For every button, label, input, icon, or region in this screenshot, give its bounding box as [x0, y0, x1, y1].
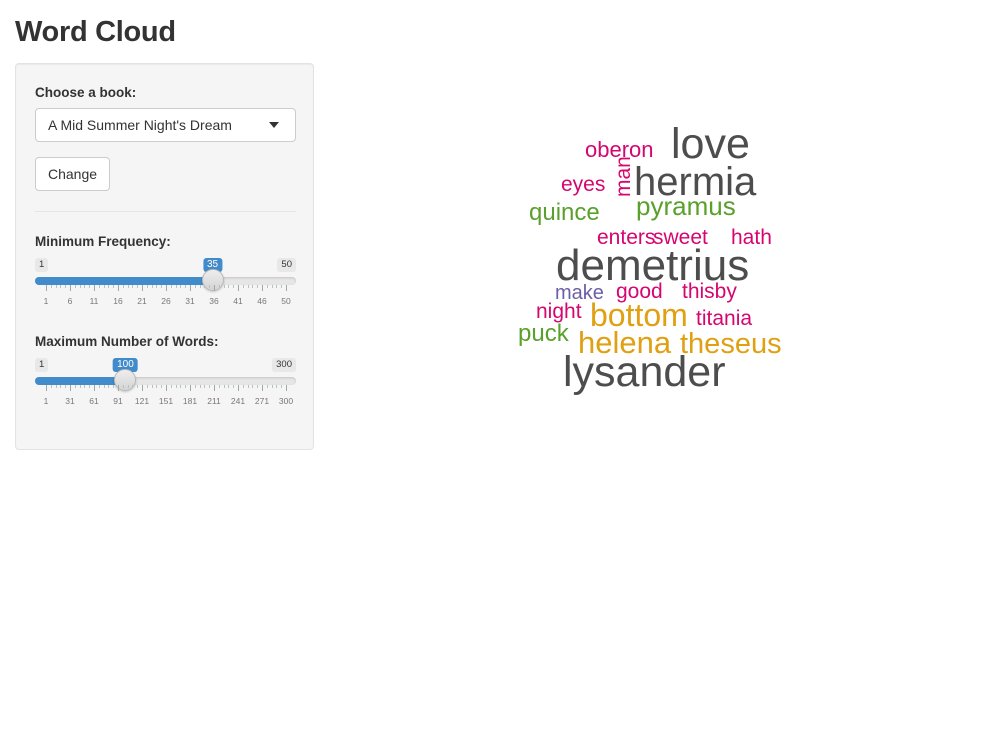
- cloud-word-lysander: lysander: [563, 348, 726, 396]
- cloud-word-eyes: eyes: [561, 173, 605, 196]
- cloud-word-puck: puck: [518, 320, 570, 347]
- cloud-word-thisby: thisby: [682, 280, 737, 303]
- cloud-word-titania: titania: [696, 307, 752, 330]
- cloud-word-pyramus: pyramus: [636, 191, 736, 221]
- word-cloud: oberon love eyes man hermia quince pyramus ente…: [0, 0, 992, 744]
- cloud-word-quince: quince: [529, 199, 600, 226]
- cloud-word-man: man: [612, 156, 635, 197]
- word-cloud-canvas: oberon loveeyes man hermiaquince pyramusente…: [518, 120, 782, 396]
